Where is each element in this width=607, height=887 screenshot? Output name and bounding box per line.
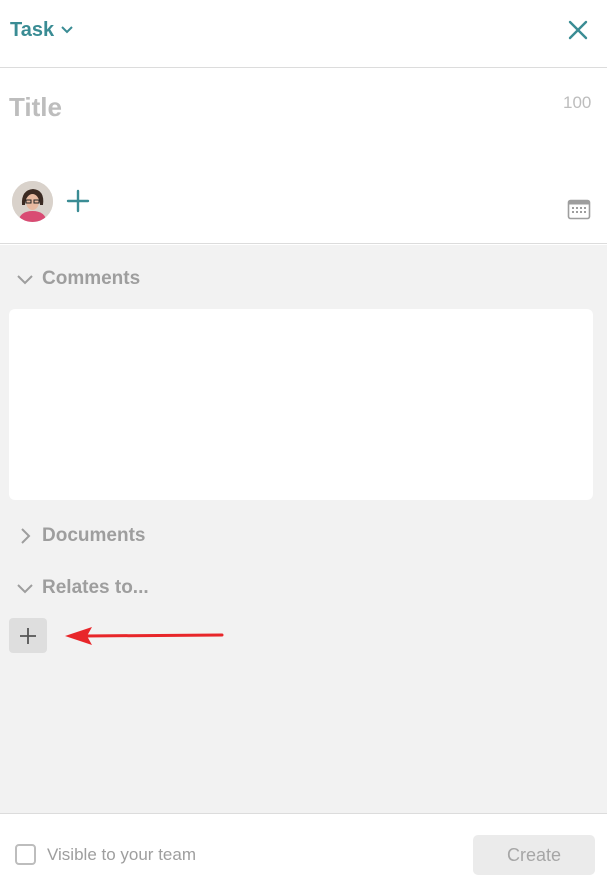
char-count: 100 (563, 93, 592, 112)
chevron-down-icon (61, 26, 73, 34)
type-selector[interactable]: Task (10, 17, 74, 43)
chevron-right-icon (21, 528, 31, 544)
details-panel: Comments Documents Relates to... (0, 245, 607, 813)
avatar[interactable] (12, 181, 53, 222)
type-label: Task (10, 18, 55, 41)
header: Task (0, 0, 607, 68)
visible-to-team-label[interactable]: Visible to your team (47, 845, 196, 865)
annotation-arrow (65, 627, 224, 645)
task-details: 100 (0, 69, 607, 244)
add-assignee-icon[interactable] (66, 189, 90, 213)
chevron-down-icon (17, 584, 33, 594)
chevron-down-icon (17, 275, 33, 285)
footer: Visible to your team Create (0, 813, 607, 887)
calendar-icon[interactable] (567, 198, 591, 220)
documents-section-toggle[interactable]: Documents (16, 523, 145, 549)
documents-label: Documents (42, 525, 146, 546)
add-relation-button[interactable] (9, 618, 47, 653)
visible-to-team-checkbox[interactable] (15, 844, 36, 865)
close-icon[interactable] (566, 18, 590, 42)
create-button[interactable]: Create (473, 835, 595, 875)
title-input[interactable] (9, 87, 529, 127)
comments-section-toggle[interactable]: Comments (16, 266, 140, 292)
plus-icon (20, 627, 36, 644)
comments-input[interactable] (9, 309, 593, 500)
relates-label: Relates to... (42, 577, 149, 598)
relates-section-toggle[interactable]: Relates to... (16, 575, 149, 601)
comments-label: Comments (42, 268, 141, 289)
